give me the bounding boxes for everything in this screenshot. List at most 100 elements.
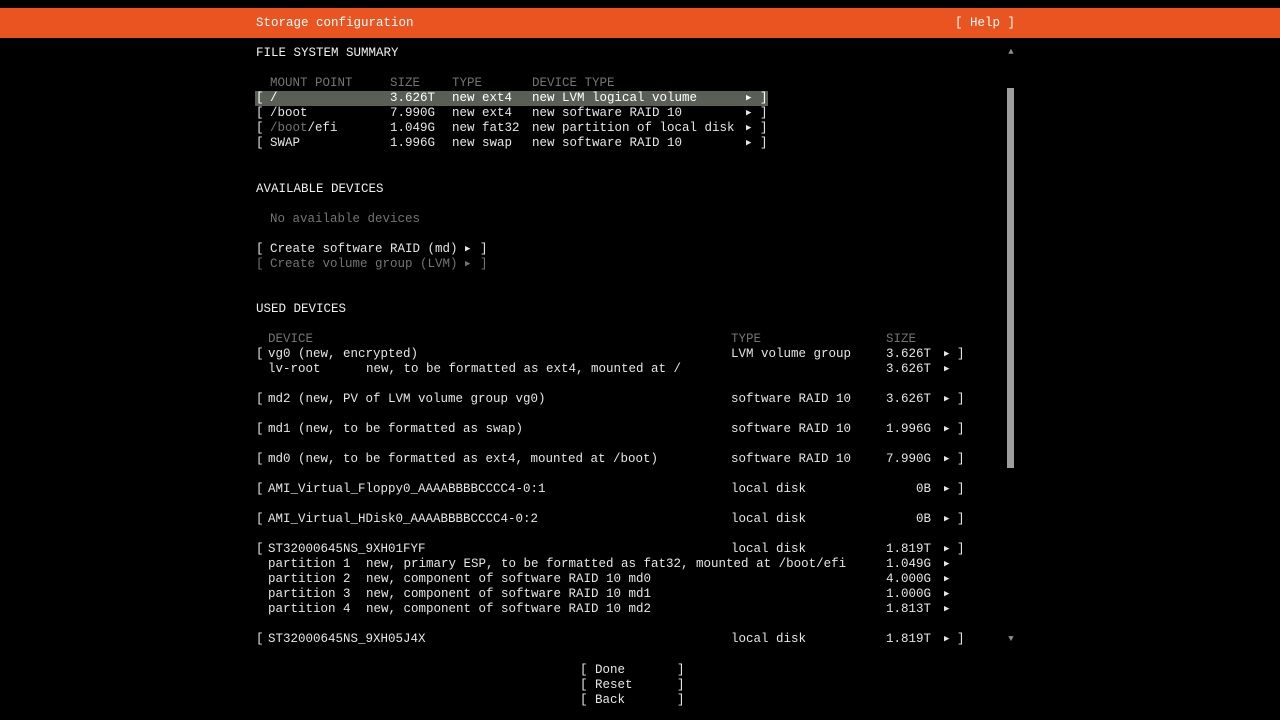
button-label: Back: [595, 693, 625, 708]
used-devices-heading-row: USED DEVICES: [0, 302, 1280, 317]
bracket: [: [580, 663, 588, 678]
bracket: ]: [957, 452, 965, 467]
done-button[interactable]: [Done]: [0, 663, 1280, 678]
used-device-row[interactable]: [md0 (new, to be formatted as ext4, moun…: [0, 452, 1280, 467]
bracket: [: [580, 678, 588, 693]
used-device-row[interactable]: [md1 (new, to be formatted as swap)softw…: [0, 422, 1280, 437]
bracket: ]: [957, 632, 965, 647]
fs-summary-row[interactable]: [/boot/efi1.049Gnew fat32new partition o…: [0, 121, 1280, 136]
bracket: ]: [957, 512, 965, 527]
bracket: ]: [957, 347, 965, 362]
device-size: 0B: [841, 512, 931, 527]
bracket: ]: [677, 678, 685, 693]
bracket: ]: [957, 482, 965, 497]
expand-arrow-icon: ▶: [944, 362, 949, 377]
column-header: DEVICE: [268, 332, 313, 347]
size: 1.049G: [390, 121, 435, 136]
used-device-row[interactable]: [md2 (new, PV of LVM volume group vg0)so…: [0, 392, 1280, 407]
device-name: md1 (new, to be formatted as swap): [268, 422, 523, 437]
device-child-row[interactable]: lv-rootnew, to be formatted as ext4, mou…: [0, 362, 1280, 377]
fs-summary-row[interactable]: [/3.626Tnew ext4new LVM logical volume▶]: [0, 91, 1280, 106]
mount-prefix: /boot: [270, 121, 308, 136]
expand-arrow-icon: ▶: [944, 572, 949, 587]
device-child-row[interactable]: partition 2new, component of software RA…: [0, 572, 1280, 587]
bracket: ]: [957, 392, 965, 407]
size: 1.996G: [390, 136, 435, 151]
bracket: [: [256, 136, 264, 151]
used-device-row[interactable]: [AMI_Virtual_Floppy0_AAAABBBBCCCC4-0:1lo…: [0, 482, 1280, 497]
bracket: ]: [677, 663, 685, 678]
device-size: 3.626T: [841, 347, 931, 362]
expand-arrow-icon: ▶: [944, 347, 949, 362]
used-device-row[interactable]: [ST32000645NS_9XH01FYFlocal disk1.819T▶]: [0, 542, 1280, 557]
device-name: AMI_Virtual_Floppy0_AAAABBBBCCCC4-0:1: [268, 482, 546, 497]
bracket: ]: [957, 542, 965, 557]
bracket: [: [256, 422, 264, 437]
section-heading: USED DEVICES: [256, 302, 346, 317]
used-device-row[interactable]: [AMI_Virtual_HDisk0_AAAABBBBCCCC4-0:2loc…: [0, 512, 1280, 527]
mount-point: /boot: [270, 106, 308, 121]
child-name: partition 3: [268, 587, 351, 602]
expand-arrow-icon: ▶: [944, 422, 949, 437]
device-child-row[interactable]: partition 1new, primary ESP, to be forma…: [0, 557, 1280, 572]
mount-point: /: [270, 91, 278, 106]
used-device-row[interactable]: [vg0 (new, encrypted)LVM volume group3.6…: [0, 347, 1280, 362]
mount-point: /efi: [308, 121, 338, 136]
expand-arrow-icon: ▶: [944, 602, 949, 617]
fs-summary-row[interactable]: [SWAP1.996Gnew swapnew software RAID 10▶…: [0, 136, 1280, 151]
device-size: 1.819T: [841, 632, 931, 647]
device-child-row[interactable]: partition 3 new, component of software RA…: [0, 587, 1280, 602]
child-size: 3.626T: [841, 362, 931, 377]
child-detail: new, component of software RAID 10 md1: [366, 587, 651, 602]
device-size: 3.626T: [841, 392, 931, 407]
bracket: [: [256, 482, 264, 497]
child-detail: new, component of software RAID 10 md2: [366, 602, 651, 617]
scroll-up-icon[interactable]: ▲: [1004, 46, 1018, 58]
bracket: ]: [760, 121, 768, 136]
bracket: [: [256, 91, 264, 106]
child-detail: new, primary ESP, to be formatted as fat…: [366, 557, 846, 572]
size: 7.990G: [390, 106, 435, 121]
device-size: 7.990G: [841, 452, 931, 467]
child-size: 1.000G: [841, 587, 931, 602]
device-type: new software RAID 10: [532, 136, 682, 151]
create-lvm-action: [Create volume group (LVM)▶]: [0, 257, 1280, 272]
expand-arrow-icon: ▶: [944, 452, 949, 467]
bracket: [: [580, 693, 588, 708]
column-header: SIZE: [886, 332, 916, 347]
fs-type: new swap: [452, 136, 512, 151]
back-button[interactable]: [Back]: [0, 693, 1280, 708]
bracket: ]: [480, 257, 488, 272]
bracket: ]: [480, 242, 488, 257]
size: 3.626T: [390, 91, 435, 106]
device-child-row[interactable]: partition 4new, component of software RA…: [0, 602, 1280, 617]
available-devices-heading-row: AVAILABLE DEVICES: [0, 182, 1280, 197]
child-name: lv-root: [268, 362, 321, 377]
help-button[interactable]: [ Help ]: [955, 8, 1015, 38]
column-header: TYPE: [731, 332, 761, 347]
bracket: ]: [760, 106, 768, 121]
device-type: local disk: [731, 632, 806, 647]
fs-summary-row[interactable]: [/boot7.990Gnew ext4new software RAID 10…: [0, 106, 1280, 121]
mount-point: SWAP: [270, 136, 300, 151]
bracket: [: [256, 392, 264, 407]
action-label: Create software RAID (md): [270, 242, 458, 257]
device-type: new partition of local disk: [532, 121, 735, 136]
child-name: partition 2: [268, 572, 351, 587]
bracket: [: [256, 542, 264, 557]
column-header: TYPE: [452, 76, 482, 91]
fs-summary-column-headers: MOUNT POINTSIZETYPEDEVICE TYPE: [0, 76, 1280, 91]
column-header: SIZE: [390, 76, 420, 91]
used-device-row[interactable]: [ST32000645NS_9XH05J4Xlocal disk1.819T▶]: [0, 632, 1280, 647]
reset-button[interactable]: [Reset]: [0, 678, 1280, 693]
device-type: software RAID 10: [731, 452, 851, 467]
bracket: [: [256, 106, 264, 121]
expand-arrow-icon: ▶: [944, 512, 949, 527]
expand-arrow-icon: ▶: [944, 542, 949, 557]
expand-arrow-icon: ▶: [944, 392, 949, 407]
section-heading: AVAILABLE DEVICES: [256, 182, 384, 197]
device-size: 0B: [841, 482, 931, 497]
create-raid-action[interactable]: [Create software RAID (md)▶]: [0, 242, 1280, 257]
section-heading: FILE SYSTEM SUMMARY: [256, 46, 399, 61]
column-header: DEVICE TYPE: [532, 76, 615, 91]
